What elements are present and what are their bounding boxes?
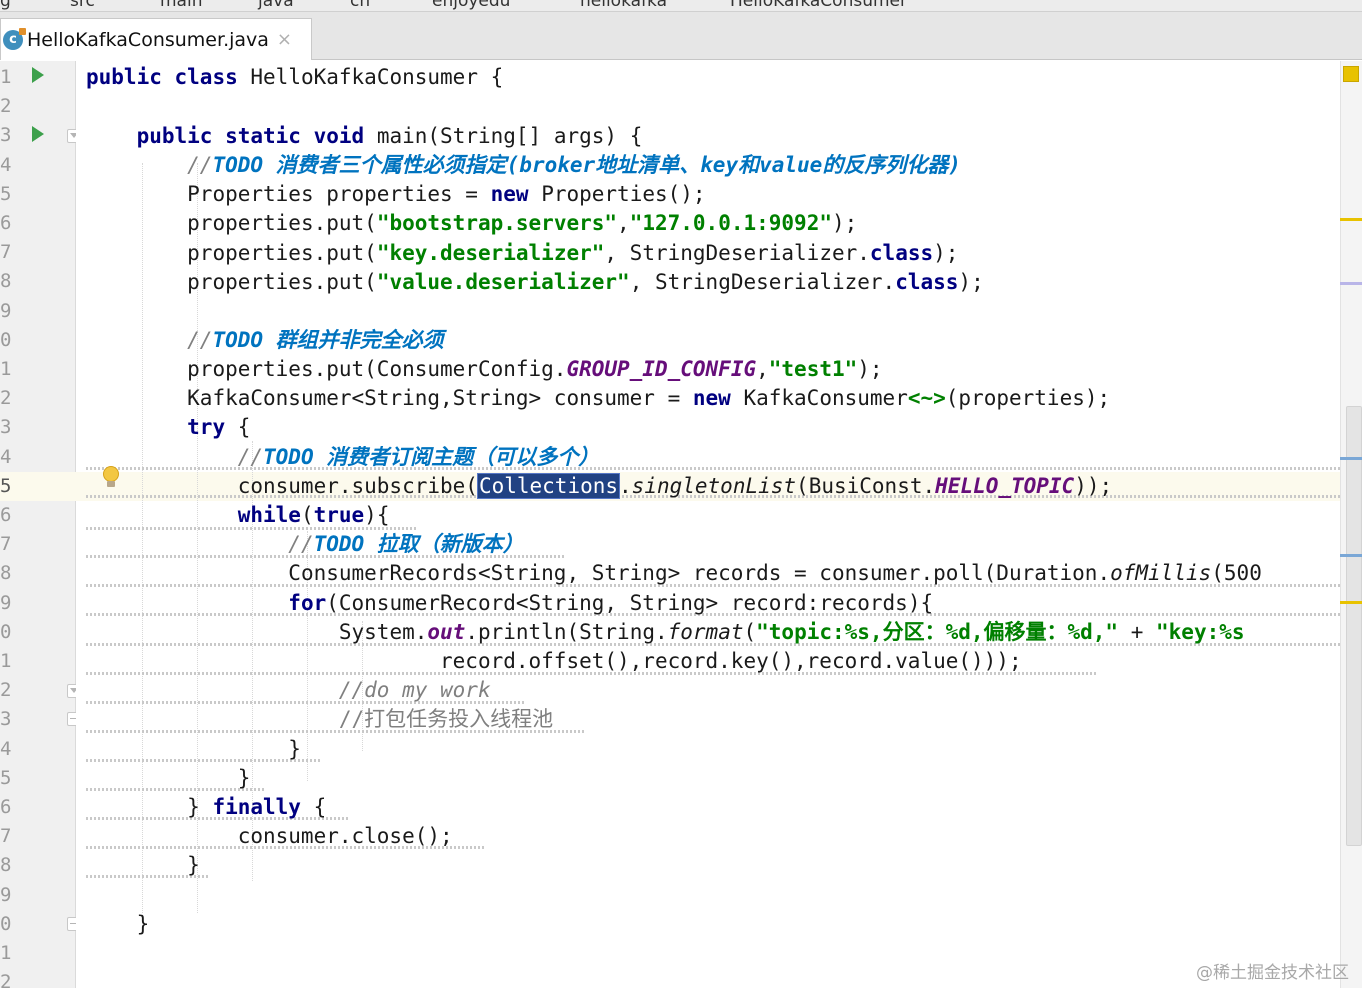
close-icon[interactable]: × <box>277 29 292 50</box>
line-number[interactable]: 7 <box>0 822 14 851</box>
line-number[interactable]: 9 <box>0 881 14 910</box>
line-number[interactable]: 8 <box>0 559 14 588</box>
line-number[interactable]: 5 <box>0 472 14 501</box>
code-line: Properties properties = new Properties()… <box>187 182 706 206</box>
breadcrumb-item[interactable]: main <box>160 0 202 11</box>
todo-comment: //TODO 群组并非完全必须 <box>187 328 444 352</box>
inspection-status-icon[interactable] <box>1343 66 1359 82</box>
code-line: public static void main(String[] args) { <box>136 124 643 148</box>
code-line: KafkaConsumer<String,String> consumer = … <box>187 386 1111 410</box>
line-number[interactable]: 2 <box>0 92 14 121</box>
line-number[interactable]: 6 <box>0 209 14 238</box>
info-marker[interactable] <box>1340 282 1362 285</box>
code-line: } <box>136 912 150 936</box>
code-line: record.offset(),record.key(),record.valu… <box>440 649 1022 673</box>
breadcrumb: g src main java cn enjoyedu hellokafka H… <box>0 0 1362 12</box>
code-line: properties.put("key.deserializer", Strin… <box>187 241 959 265</box>
breadcrumb-item[interactable]: cn <box>350 0 370 11</box>
java-class-icon: c <box>3 27 26 50</box>
code-line: properties.put("value.deserializer", Str… <box>187 270 984 294</box>
editor-gutter: 12345678901234567890123456789012 <box>0 61 81 988</box>
line-number[interactable]: 4 <box>0 735 14 764</box>
code-line: ConsumerRecords<String, String> records … <box>288 561 1262 585</box>
selected-text[interactable]: Collections <box>476 473 621 499</box>
code-line-current: consumer.subscribe(Collections.singleton… <box>237 473 1113 499</box>
line-number[interactable]: 1 <box>0 939 14 968</box>
line-number[interactable]: 3 <box>0 121 14 150</box>
breadcrumb-item[interactable]: g <box>0 0 11 11</box>
line-number[interactable]: 8 <box>0 851 14 880</box>
line-number[interactable]: 0 <box>0 910 14 939</box>
code-line: consumer.close(); <box>237 824 453 848</box>
breadcrumb-item[interactable]: java <box>258 0 294 11</box>
code-line: } <box>187 853 200 877</box>
tab-file-name: HelloKafkaConsumer.java <box>27 28 269 51</box>
run-class-icon[interactable] <box>32 67 44 83</box>
breadcrumb-item[interactable]: HelloKafkaConsumer <box>730 0 907 11</box>
breadcrumb-item[interactable]: enjoyedu <box>432 0 510 11</box>
code-line: properties.put("bootstrap.servers","127.… <box>187 211 858 235</box>
line-number[interactable]: 8 <box>0 267 14 296</box>
line-number[interactable]: 0 <box>0 618 14 647</box>
code-line: for(ConsumerRecord<String, String> recor… <box>288 591 934 615</box>
line-number[interactable]: 9 <box>0 589 14 618</box>
code-line: try { <box>187 415 251 439</box>
todo-marker[interactable] <box>1340 554 1362 557</box>
code-area[interactable]: public class HelloKafkaConsumer { public… <box>76 61 1340 988</box>
code-line: } <box>237 766 251 790</box>
editor-tab-bar: c HelloKafkaConsumer.java × <box>0 12 1362 60</box>
line-number[interactable]: 7 <box>0 530 14 559</box>
warning-marker[interactable] <box>1340 601 1362 604</box>
lightbulb-icon[interactable] <box>102 466 120 488</box>
code-line: } finally { <box>187 795 327 819</box>
code-line: while(true){ <box>237 503 390 527</box>
warning-marker[interactable] <box>1340 218 1362 221</box>
line-number[interactable]: 2 <box>0 968 14 988</box>
editor-tab[interactable]: c HelloKafkaConsumer.java × <box>0 18 312 60</box>
vertical-scrollbar[interactable] <box>1346 406 1362 846</box>
line-number[interactable]: 4 <box>0 151 14 180</box>
line-number[interactable]: 2 <box>0 384 14 413</box>
code-line: public class HelloKafkaConsumer { <box>86 65 504 89</box>
todo-marker[interactable] <box>1340 457 1362 460</box>
line-number[interactable]: 5 <box>0 180 14 209</box>
code-line: properties.put(ConsumerConfig.GROUP_ID_C… <box>187 357 883 381</box>
line-number[interactable]: 1 <box>0 355 14 384</box>
todo-comment: //TODO 拉取（新版本） <box>288 532 524 556</box>
line-number[interactable]: 3 <box>0 413 14 442</box>
line-number[interactable]: 1 <box>0 647 14 676</box>
breadcrumb-item[interactable]: src <box>70 0 95 11</box>
line-number[interactable]: 2 <box>0 676 14 705</box>
breadcrumb-item[interactable]: hellokafka <box>580 0 667 11</box>
line-number[interactable]: 6 <box>0 793 14 822</box>
line-number[interactable]: 6 <box>0 501 14 530</box>
line-number[interactable]: 5 <box>0 764 14 793</box>
line-number[interactable]: 4 <box>0 443 14 472</box>
line-number[interactable]: 9 <box>0 297 14 326</box>
todo-comment: //TODO 消费者三个属性必须指定(broker地址清单、key和value的… <box>187 153 961 177</box>
todo-comment: //TODO 消费者订阅主题（可以多个） <box>237 445 600 469</box>
comment-line: //do my work <box>338 678 491 702</box>
line-number[interactable]: 0 <box>0 326 14 355</box>
line-number[interactable]: 1 <box>0 63 14 92</box>
code-line: System.out.println(String.format("topic:… <box>338 620 1245 644</box>
code-line: } <box>288 737 301 761</box>
run-main-icon[interactable] <box>32 126 44 142</box>
code-editor[interactable]: 12345678901234567890123456789012 public … <box>0 61 1362 988</box>
watermark: @稀土掘金技术社区 <box>1196 963 1349 983</box>
comment-line: //打包任务投入线程池 <box>338 707 554 731</box>
line-number[interactable]: 3 <box>0 705 14 734</box>
line-number[interactable]: 7 <box>0 238 14 267</box>
